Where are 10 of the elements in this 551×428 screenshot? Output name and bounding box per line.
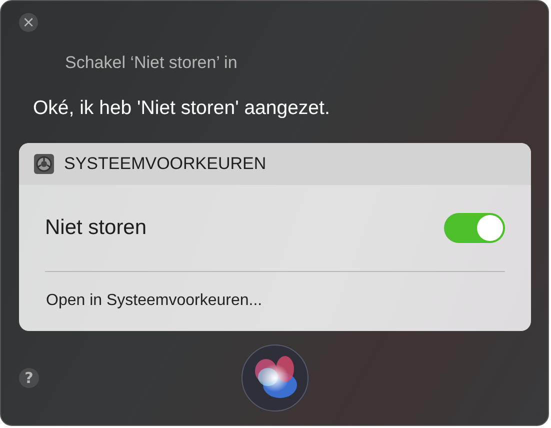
gear-icon [33, 153, 55, 175]
setting-label: Niet storen [45, 216, 147, 240]
toggle-switch[interactable] [444, 213, 505, 243]
query-text: Schakel ‘Niet storen’ in [65, 53, 238, 73]
response-text: Oké, ik heb 'Niet storen' aangezet. [33, 97, 331, 120]
siri-orb-icon [240, 343, 310, 413]
help-button[interactable]: ? [19, 368, 39, 388]
close-button[interactable]: × [19, 13, 38, 32]
open-link[interactable]: Open in Systeemvoorkeuren... [45, 272, 505, 331]
app-name: SYSTEEMVOORKEUREN [64, 154, 266, 174]
